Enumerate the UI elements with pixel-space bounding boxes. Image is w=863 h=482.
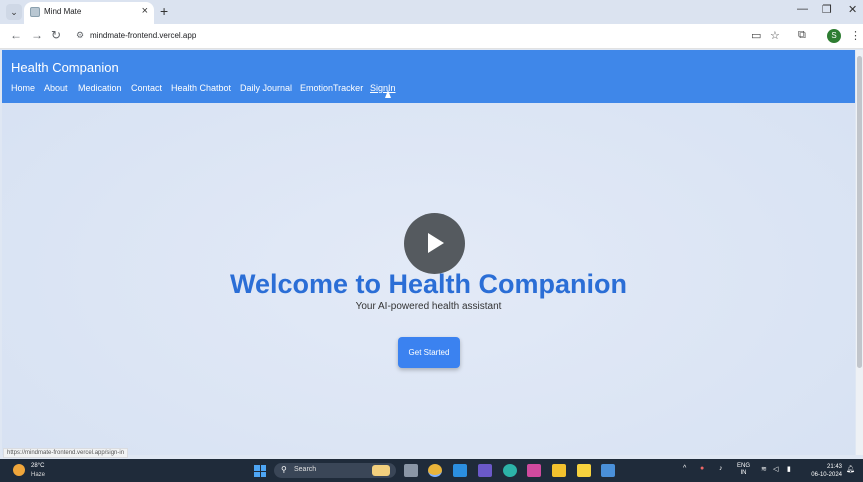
notification-bell-icon[interactable]: 🔔︎ — [846, 465, 855, 473]
bookmark-star-icon[interactable]: ☆ — [770, 29, 780, 42]
search-label: Search — [294, 466, 317, 473]
battery-icon[interactable]: ▮ — [787, 465, 791, 473]
close-tab-icon[interactable]: × — [142, 5, 148, 17]
hero-subtitle: Your AI-powered health assistant — [355, 301, 502, 312]
app-header: Health Companion Home About Medication C… — [2, 50, 855, 103]
copilot-icon[interactable] — [527, 464, 541, 477]
app-window-icon[interactable] — [601, 464, 615, 477]
clock-date: 06-10-2024 — [811, 472, 842, 478]
nav-emotion-tracker[interactable]: EmotionTracker — [300, 83, 363, 93]
browser-tab[interactable]: Mind Mate × — [24, 2, 154, 24]
nav-health-chatbot[interactable]: Health Chatbot — [171, 83, 231, 93]
url-text: mindmate-frontend.vercel.app — [90, 31, 197, 40]
forward-icon[interactable]: → — [31, 28, 43, 42]
extensions-icon[interactable]: ⧉ — [798, 29, 806, 42]
edge-icon[interactable] — [503, 464, 517, 477]
tab-list-icon[interactable]: ⌄ — [6, 4, 22, 20]
chrome-icon[interactable] — [428, 464, 442, 477]
microphone-icon[interactable]: ♪ — [719, 465, 723, 472]
brand-title[interactable]: Health Companion — [11, 60, 119, 75]
minimize-icon[interactable]: — — [797, 3, 808, 15]
tray-app-icon[interactable]: ● — [700, 465, 704, 472]
weather-icon[interactable] — [13, 464, 25, 476]
get-started-button[interactable]: Get Started — [398, 337, 460, 368]
search-highlight-icon — [372, 465, 390, 476]
new-tab-icon[interactable]: + — [160, 3, 168, 19]
nav-sign-in[interactable]: SignIn — [370, 83, 396, 93]
language-indicator[interactable]: ENG IN — [737, 463, 750, 477]
menu-icon[interactable]: ⋮ — [850, 29, 861, 42]
nav-home[interactable]: Home — [11, 83, 35, 93]
region-code: IN — [740, 470, 747, 476]
windows-start-icon[interactable] — [254, 465, 266, 477]
scrollbar-thumb[interactable] — [857, 56, 862, 368]
profile-avatar[interactable]: S — [827, 29, 841, 43]
nav-daily-journal[interactable]: Daily Journal — [240, 83, 292, 93]
window-close-icon[interactable]: ✕ — [848, 3, 857, 16]
weather-condition: Haze — [31, 472, 46, 478]
address-bar[interactable]: ⚙ mindmate-frontend.vercel.app — [70, 27, 790, 46]
link-status-bubble: https://mindmate-frontend.vercel.app/sig… — [3, 448, 129, 458]
restore-icon[interactable]: ❐ — [822, 3, 832, 16]
nav-about[interactable]: About — [44, 83, 68, 93]
page-scrollbar[interactable] — [856, 50, 863, 455]
volume-icon[interactable]: ◁ — [773, 465, 778, 473]
tray-overflow-icon[interactable]: ^ — [683, 465, 686, 472]
install-icon[interactable]: ▭ — [751, 29, 761, 42]
back-icon[interactable]: ← — [10, 28, 22, 42]
web-page: Health Companion Home About Medication C… — [2, 50, 855, 455]
play-icon — [428, 233, 444, 253]
browser-tab-strip: ⌄ Mind Mate × + — ❐ ✕ — [0, 0, 863, 24]
file-explorer-icon[interactable] — [552, 464, 566, 477]
reload-icon[interactable]: ↻ — [51, 28, 61, 42]
nav-medication[interactable]: Medication — [78, 83, 122, 93]
mouse-pointer-icon — [385, 90, 391, 98]
search-icon: ⚲ — [281, 465, 287, 474]
hero-title: Welcome to Health Companion — [229, 269, 628, 299]
nav-contact[interactable]: Contact — [131, 83, 162, 93]
sticky-notes-icon[interactable] — [577, 464, 591, 477]
taskbar-clock[interactable]: 21:43 06-10-2024 — [800, 463, 842, 479]
browser-toolbar: ← → ↻ ⚙ mindmate-frontend.vercel.app ▭ ☆… — [0, 24, 863, 49]
tab-title: Mind Mate — [44, 7, 82, 16]
windows-taskbar: 28°C Haze ⚲ Search ^ ● ♪ ENG IN ≋ ◁ ▮ 21… — [0, 459, 863, 482]
weather-temperature: 28°C — [31, 463, 45, 469]
wifi-icon[interactable]: ≋ — [761, 465, 767, 473]
language-code: ENG — [737, 463, 751, 469]
vscode-icon[interactable] — [453, 464, 467, 477]
clock-time: 21:43 — [826, 464, 842, 470]
teams-icon[interactable] — [478, 464, 492, 477]
play-video-button[interactable] — [404, 213, 465, 274]
site-info-icon[interactable]: ⚙ — [76, 30, 84, 41]
task-view-icon[interactable] — [404, 464, 418, 477]
favicon-icon — [30, 7, 40, 17]
taskbar-search[interactable]: ⚲ Search — [274, 463, 396, 478]
